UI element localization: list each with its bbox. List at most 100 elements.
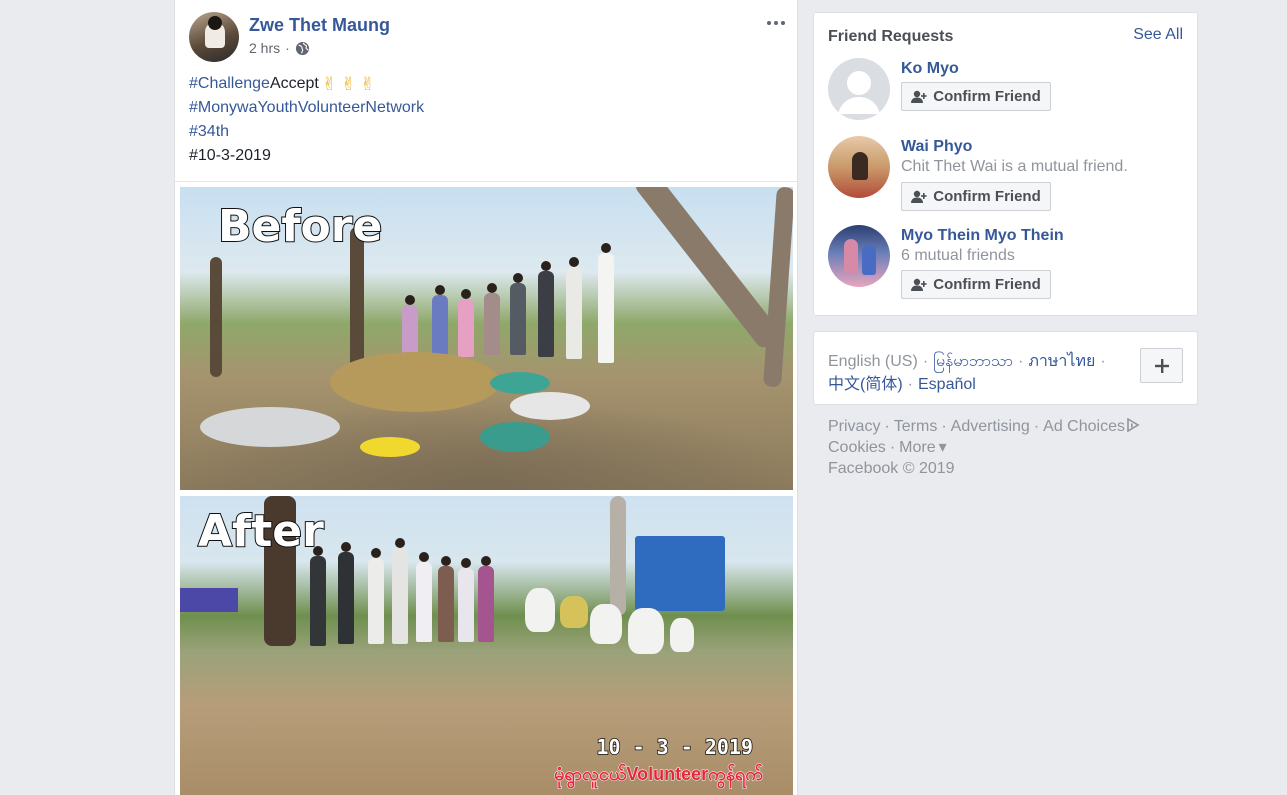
trash-pile — [360, 437, 420, 457]
footer-link-terms[interactable]: Terms — [894, 418, 938, 435]
volunteer-figure — [478, 556, 494, 642]
volunteer-figure — [368, 548, 384, 644]
confirm-friend-button[interactable]: Confirm Friend — [901, 270, 1051, 299]
avatar-figure — [852, 152, 868, 180]
language-selector-card: English (US) · မြန်မာဘာသာ · ภาษาไทย · 中文(简体) ·… — [813, 331, 1198, 405]
post-text-accept: Accept — [269, 75, 319, 92]
page-footer: Privacy · Terms · Advertising · Ad Choices Coo… — [828, 416, 1140, 479]
footer-link-privacy[interactable]: Privacy — [828, 418, 880, 435]
volunteer-figure — [392, 538, 408, 644]
lang-separator: · — [922, 353, 929, 370]
request-name-link[interactable]: Wai Phyo — [901, 138, 972, 156]
footer-separator: · — [884, 418, 890, 435]
language-link-chinese[interactable]: 中文(简体) — [828, 376, 903, 393]
volunteer-figure — [458, 289, 474, 357]
more-caret-icon[interactable]: ▾ — [939, 439, 947, 456]
globe-icon[interactable] — [295, 41, 310, 56]
volunteer-figure — [484, 283, 500, 355]
volunteer-figure — [438, 556, 454, 642]
friend-request-item: Wai Phyo Chit Thet Wai is a mutual frien… — [828, 136, 1188, 211]
lang-separator: · — [1018, 353, 1024, 370]
victory-hand-icon: ✌ ✌ ✌ — [321, 74, 376, 94]
avatar-figure — [862, 245, 876, 275]
hashtag-monywa[interactable]: #MonywaYouthVolunteerNetwork — [189, 96, 424, 120]
friend-requests-title: Friend Requests — [828, 28, 954, 45]
footer-separator: · — [941, 418, 947, 435]
request-name-link[interactable]: Myo Thein Myo Thein — [901, 227, 1064, 245]
garbage-sack — [590, 604, 622, 644]
garbage-sack — [628, 608, 664, 654]
mutual-friend-text: Chit Thet Wai is a mutual friend. — [901, 158, 1128, 175]
footer-separator: · — [889, 439, 896, 456]
language-link-thai[interactable]: ภาษาไทย — [1028, 353, 1095, 370]
user-plus-icon — [911, 90, 927, 103]
footer-link-cookies[interactable]: Cookies — [828, 439, 886, 456]
garbage-sack — [525, 588, 555, 632]
garbage-sack — [560, 596, 588, 628]
more-languages-button[interactable] — [1140, 348, 1183, 383]
volunteer-figure — [432, 285, 448, 355]
meta-separator: · — [285, 40, 290, 56]
tree-trunk — [763, 187, 793, 388]
after-caption: After — [197, 505, 325, 558]
volunteer-figure — [310, 546, 326, 646]
mutual-friends-count: 6 mutual friends — [901, 247, 1015, 264]
request-name-link[interactable]: Ko Myo — [901, 60, 959, 78]
volunteer-figure — [402, 295, 418, 357]
language-link-burmese[interactable]: မြန်မာဘာသာ — [933, 353, 1013, 370]
post-line-2: #MonywaYouthVolunteerNetwork — [189, 96, 424, 120]
lang-separator: · — [907, 376, 913, 393]
user-plus-icon — [911, 278, 927, 291]
hashtag-34th[interactable]: #34th — [189, 120, 229, 144]
language-row-2: 中文(简体) · Español — [828, 370, 976, 394]
request-avatar[interactable] — [828, 136, 890, 198]
friend-requests-card: Friend Requests See All Ko Myo Confirm F… — [813, 12, 1198, 316]
volunteer-figure — [458, 558, 474, 642]
friend-request-item: Myo Thein Myo Thein 6 mutual friends Con… — [828, 225, 1188, 299]
before-photo[interactable]: Before — [180, 187, 793, 490]
after-photo[interactable]: After 10 - 3 - 2019 မုံရွာလူငယ်Volunteer… — [180, 496, 793, 795]
footer-link-ad-choices[interactable]: Ad Choices — [1043, 418, 1125, 435]
footer-row-2: Cookies · More ▾ — [828, 437, 1140, 458]
tree-trunk — [610, 496, 626, 616]
footer-separator: · — [1033, 418, 1040, 435]
avatar-head — [208, 16, 222, 30]
volunteer-figure — [338, 542, 354, 644]
confirm-friend-label: Confirm Friend — [933, 276, 1041, 293]
default-avatar-silhouette-icon — [828, 58, 890, 120]
default-avatar[interactable] — [828, 58, 890, 120]
language-link-spanish[interactable]: Español — [918, 376, 976, 393]
trash-pile — [510, 392, 590, 420]
friend-request-item: Ko Myo Confirm Friend — [828, 58, 1188, 122]
before-caption: Before — [217, 200, 383, 253]
trash-pile — [480, 422, 550, 452]
confirm-friend-button[interactable]: Confirm Friend — [901, 182, 1051, 211]
post-meta: 2 hrs · — [249, 40, 310, 56]
tree-trunk — [632, 187, 783, 351]
news-feed-post: Zwe Thet Maung 2 hrs · #Challenge Accept… — [174, 0, 798, 795]
ad-choices-icon[interactable] — [1126, 418, 1140, 432]
post-timestamp[interactable]: 2 hrs — [249, 40, 280, 56]
post-line-1: #Challenge Accept ✌ ✌ ✌ — [189, 72, 424, 96]
post-text: #Challenge Accept ✌ ✌ ✌ #MonywaYouthVolunt… — [189, 72, 424, 168]
see-all-link[interactable]: See All — [1133, 26, 1183, 44]
author-name-link[interactable]: Zwe Thet Maung — [249, 15, 390, 36]
banner — [180, 588, 238, 612]
trash-pile — [330, 352, 500, 412]
post-date-text: #10-3-2019 — [189, 147, 271, 164]
author-avatar[interactable] — [189, 12, 239, 62]
footer-link-more[interactable]: More — [899, 439, 935, 456]
confirm-friend-button[interactable]: Confirm Friend — [901, 82, 1051, 111]
footer-link-advertising[interactable]: Advertising — [951, 418, 1030, 435]
confirm-friend-label: Confirm Friend — [933, 88, 1041, 105]
lang-separator: · — [1100, 353, 1106, 370]
post-divider — [175, 181, 797, 182]
photo-watermark: မုံရွာလူငယ်Volunteerကွန်ရက် — [554, 764, 764, 785]
garbage-sack — [670, 618, 694, 652]
hashtag-challenge[interactable]: #Challenge — [189, 72, 270, 96]
avatar-figure — [844, 239, 858, 273]
more-horizontal-icon[interactable] — [765, 12, 787, 34]
request-avatar[interactable] — [828, 225, 890, 287]
volunteer-figure — [566, 257, 582, 359]
plus-icon — [1154, 358, 1169, 373]
